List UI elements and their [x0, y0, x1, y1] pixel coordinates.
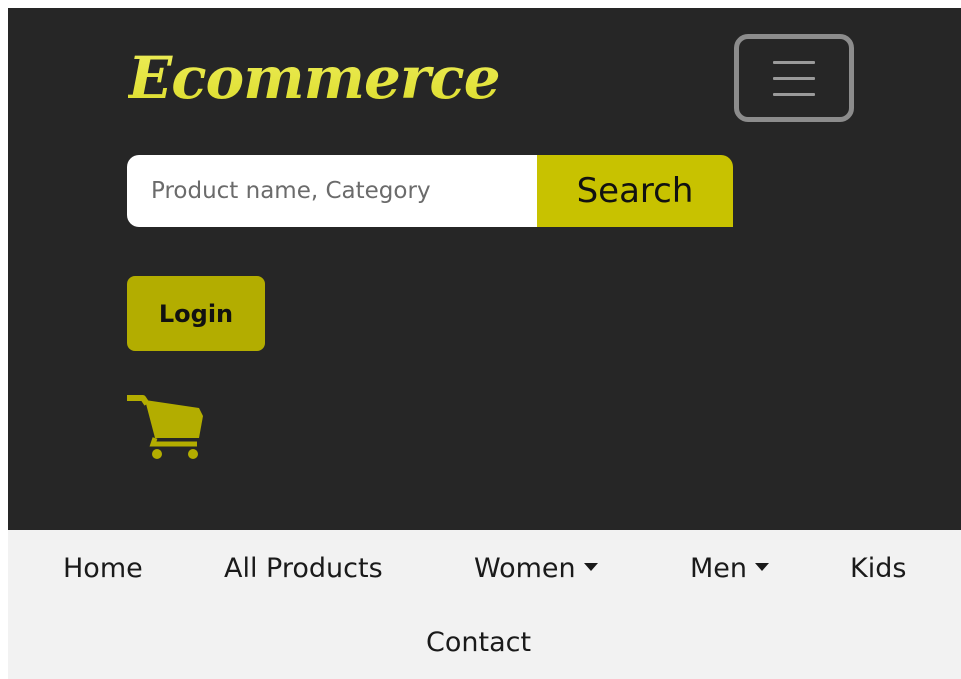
- nav-item-all-products[interactable]: All Products: [224, 554, 383, 584]
- nav-item-label: Men: [690, 553, 748, 584]
- nav-item-home[interactable]: Home: [63, 554, 143, 584]
- top-header: Ecommerce Search Login: [8, 8, 961, 530]
- cart-icon[interactable]: [125, 394, 205, 460]
- hamburger-icon-line: [773, 77, 815, 80]
- nav-item-label: Kids: [850, 553, 907, 584]
- search-input[interactable]: [127, 155, 537, 227]
- search-form: Search: [127, 155, 733, 227]
- nav-item-label: Home: [63, 553, 143, 584]
- nav-item-women[interactable]: Women: [474, 554, 598, 584]
- nav-item-kids[interactable]: Kids: [850, 554, 906, 584]
- brand-logo[interactable]: Ecommerce: [128, 28, 501, 128]
- page: Ecommerce Search Login Home All Products…: [8, 8, 961, 679]
- hamburger-icon-line: [773, 93, 815, 96]
- navbar-toggler-button[interactable]: [734, 34, 854, 122]
- login-button[interactable]: Login: [127, 276, 265, 351]
- main-nav: Home All Products Women Men Kids Contact: [8, 530, 961, 679]
- nav-item-men[interactable]: Men: [690, 553, 770, 584]
- nav-item-label: Women: [474, 553, 576, 584]
- caret-down-icon: [583, 562, 598, 571]
- hamburger-icon: [773, 61, 815, 64]
- nav-item-label: All Products: [224, 553, 383, 584]
- caret-down-icon: [755, 562, 770, 571]
- nav-item-contact[interactable]: Contact: [426, 628, 531, 658]
- search-button[interactable]: Search: [537, 155, 733, 227]
- nav-item-label: Contact: [426, 627, 532, 658]
